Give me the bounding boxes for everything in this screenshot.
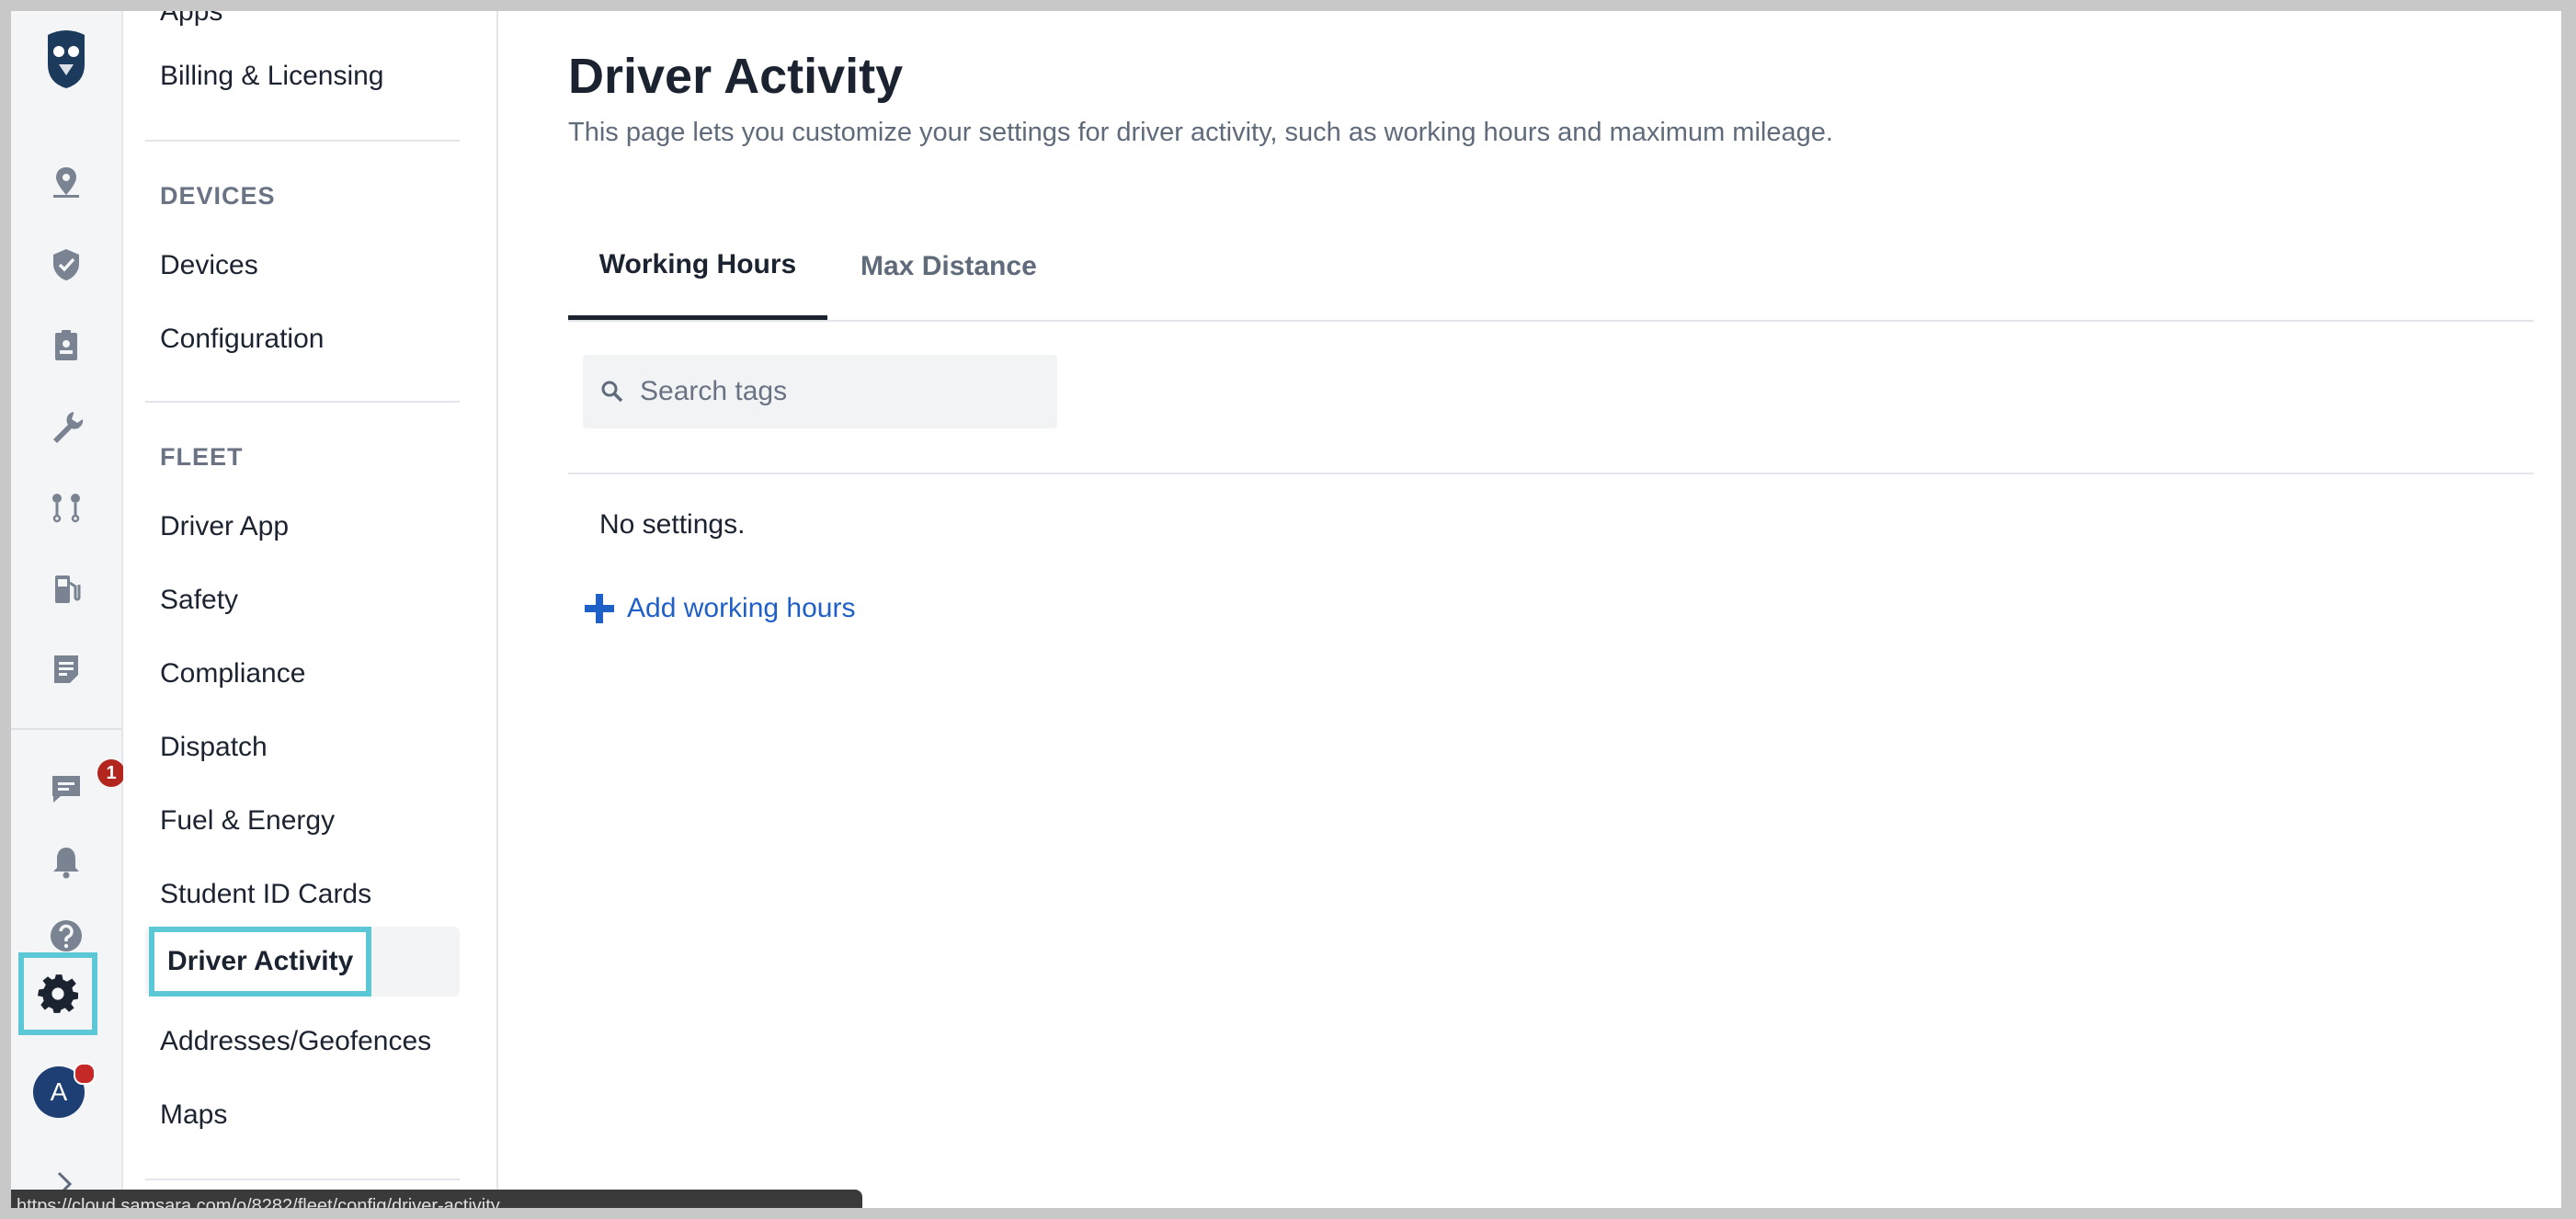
- message-count-badge: 1: [97, 759, 125, 787]
- search-input[interactable]: [638, 375, 1046, 408]
- rail-divider: [11, 728, 121, 730]
- settings-nav-highlight[interactable]: [18, 952, 97, 1035]
- page-description: This page lets you customize your settin…: [568, 118, 1833, 147]
- status-bar-url: https://cloud.samsara.com/o/8282/fleet/c…: [11, 1190, 862, 1208]
- nav-item-compliance[interactable]: Compliance: [160, 658, 305, 689]
- plus-icon: [585, 594, 614, 623]
- fuel-icon[interactable]: [42, 564, 90, 612]
- nav-item-maps[interactable]: Maps: [160, 1099, 227, 1131]
- app-window: 1 A Apps Billing & Licensing DEVICES Dev…: [11, 11, 2561, 1208]
- search-tags-field[interactable]: [583, 355, 1057, 428]
- message-icon[interactable]: 1: [42, 759, 125, 813]
- bell-icon[interactable]: [42, 838, 90, 886]
- main-content: Driver Activity This page lets you custo…: [498, 11, 2561, 1208]
- map-pin-icon[interactable]: [42, 158, 90, 206]
- clipboard-icon[interactable]: [42, 322, 90, 370]
- tab-max-distance[interactable]: Max Distance: [861, 213, 1037, 320]
- wrench-icon[interactable]: [42, 403, 90, 450]
- nav-divider: [145, 401, 460, 403]
- nav-item-addresses-geofences[interactable]: Addresses/Geofences: [160, 1026, 431, 1057]
- tab-bar: Working Hours Max Distance: [568, 213, 2534, 322]
- nav-divider: [145, 1179, 460, 1180]
- shield-check-icon[interactable]: [42, 241, 90, 289]
- nav-item-billing[interactable]: Billing & Licensing: [160, 61, 383, 92]
- nav-item-dispatch[interactable]: Dispatch: [160, 732, 268, 763]
- add-working-hours-label: Add working hours: [627, 593, 856, 623]
- page-title: Driver Activity: [568, 49, 904, 104]
- avatar-notification-dot: [74, 1063, 96, 1085]
- tab-working-hours[interactable]: Working Hours: [568, 213, 827, 320]
- nav-item-apps[interactable]: Apps: [160, 11, 222, 28]
- document-icon[interactable]: [42, 645, 90, 693]
- logo-icon[interactable]: [31, 22, 101, 92]
- add-working-hours-link[interactable]: Add working hours: [583, 592, 855, 625]
- nav-item-student-id-cards[interactable]: Student ID Cards: [160, 879, 371, 910]
- nav-divider: [145, 140, 460, 142]
- empty-state-text: No settings.: [599, 509, 746, 540]
- settings-nav: Apps Billing & Licensing DEVICES Devices…: [123, 11, 498, 1208]
- nav-item-driver-app[interactable]: Driver App: [160, 511, 289, 542]
- nav-item-configuration[interactable]: Configuration: [160, 324, 324, 355]
- content-divider: [568, 473, 2534, 474]
- gear-icon: [38, 974, 78, 1013]
- nav-item-driver-activity[interactable]: Driver Activity: [149, 927, 372, 997]
- nav-item-fuel-energy[interactable]: Fuel & Energy: [160, 805, 335, 837]
- nav-item-devices[interactable]: Devices: [160, 250, 258, 281]
- search-icon: [601, 381, 623, 403]
- icon-rail: 1 A: [11, 11, 125, 1208]
- nav-heading-fleet: FLEET: [160, 443, 244, 471]
- nav-heading-devices: DEVICES: [160, 182, 276, 210]
- nav-item-safety[interactable]: Safety: [160, 585, 238, 616]
- route-icon[interactable]: [42, 484, 90, 531]
